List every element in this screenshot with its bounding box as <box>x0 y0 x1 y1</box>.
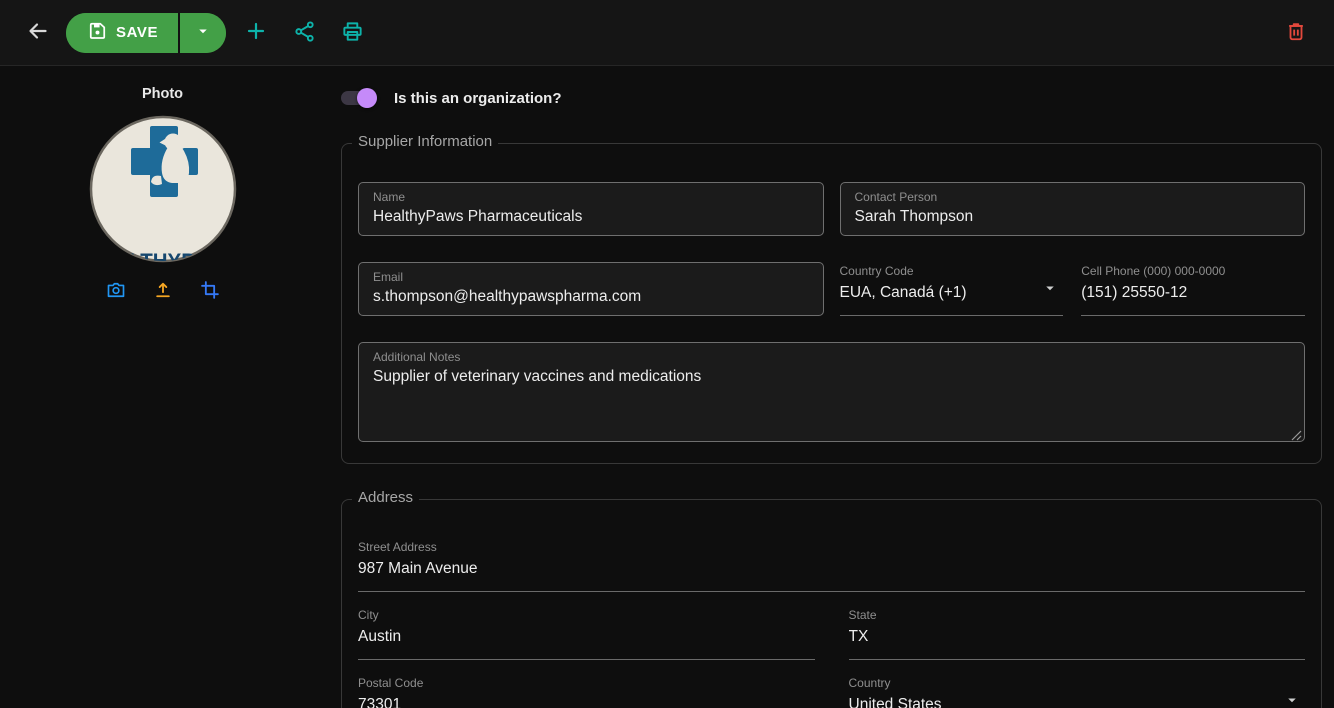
cell-phone-label: Cell Phone (000) 000-0000 <box>1081 264 1305 278</box>
name-value: HealthyPaws Pharmaceuticals <box>373 207 809 227</box>
address-legend: Address <box>352 489 419 506</box>
postal-code-field[interactable]: Postal Code 73301 <box>358 674 815 708</box>
contact-person-field[interactable]: Contact Person Sarah Thompson <box>840 182 1306 236</box>
cell-phone-field[interactable]: Cell Phone (000) 000-0000 (151) 25550-12 <box>1081 262 1305 316</box>
arrow-left-icon <box>26 19 50 46</box>
email-label: Email <box>373 270 809 284</box>
country-code-select[interactable]: Country Code EUA, Canadá (+1) <box>840 262 1064 316</box>
crop-icon <box>200 280 220 303</box>
camera-icon <box>106 280 126 303</box>
photo-actions <box>0 276 325 306</box>
contact-person-label: Contact Person <box>855 190 1291 204</box>
back-button[interactable] <box>14 9 62 57</box>
street-address-field[interactable]: Street Address 987 Main Avenue <box>358 538 1305 592</box>
additional-notes-field[interactable]: Additional Notes Supplier of veterinary … <box>358 342 1305 442</box>
state-value: TX <box>849 627 1306 647</box>
organization-toggle-row: Is this an organization? <box>341 86 1322 110</box>
save-options-button[interactable] <box>178 13 226 53</box>
delete-button[interactable] <box>1272 9 1320 57</box>
textarea-resize-handle[interactable] <box>1291 428 1302 439</box>
dropdown-arrow-icon <box>1041 279 1059 302</box>
cell-phone-value: (151) 25550-12 <box>1081 283 1305 303</box>
city-field[interactable]: City Austin <box>358 606 815 660</box>
photo-title: Photo <box>0 86 325 102</box>
toolbar: SAVE <box>0 0 1334 66</box>
form-panel: Is this an organization? Supplier Inform… <box>325 66 1334 708</box>
print-button[interactable] <box>328 9 376 57</box>
trash-icon <box>1285 20 1307 45</box>
country-label: Country <box>849 676 1306 690</box>
save-button-label: SAVE <box>116 24 158 41</box>
address-section: Address Street Address 987 Main Avenue C… <box>341 499 1322 708</box>
share-button[interactable] <box>280 9 328 57</box>
state-field[interactable]: State TX <box>849 606 1306 660</box>
save-icon <box>88 21 107 44</box>
city-value: Austin <box>358 627 815 647</box>
name-field[interactable]: Name HealthyPaws Pharmaceuticals <box>358 182 824 236</box>
share-icon <box>293 20 316 46</box>
toggle-thumb <box>357 88 377 108</box>
postal-code-label: Postal Code <box>358 676 815 690</box>
crop-photo-button[interactable] <box>191 276 229 306</box>
additional-notes-value: Supplier of veterinary vaccines and medi… <box>373 367 1290 387</box>
country-code-value: EUA, Canadá (+1) <box>840 283 967 303</box>
country-select[interactable]: Country United States <box>849 674 1306 708</box>
upload-icon <box>153 280 173 303</box>
plus-icon <box>244 19 268 46</box>
country-value: United States <box>849 695 942 708</box>
street-address-label: Street Address <box>358 540 1305 554</box>
supplier-information-legend: Supplier Information <box>352 133 498 150</box>
take-photo-button[interactable] <box>97 276 135 306</box>
organization-toggle-label: Is this an organization? <box>394 90 562 107</box>
postal-code-value: 73301 <box>358 695 815 708</box>
email-value: s.thompson@healthypawspharma.com <box>373 287 809 307</box>
street-address-value: 987 Main Avenue <box>358 559 1305 579</box>
add-button[interactable] <box>232 9 280 57</box>
supplier-photo-avatar[interactable]: HEALTHYPAWS PHARMACEUTICALS <box>89 115 237 263</box>
print-icon <box>341 20 364 46</box>
supplier-information-section: Supplier Information Name HealthyPaws Ph… <box>341 143 1322 464</box>
save-button[interactable]: SAVE <box>66 13 178 53</box>
chevron-down-icon <box>194 22 212 43</box>
contact-person-value: Sarah Thompson <box>855 207 1291 227</box>
photo-panel: Photo HEALTHYPA <box>0 66 325 708</box>
email-field[interactable]: Email s.thompson@healthypawspharma.com <box>358 262 824 316</box>
content: Photo HEALTHYPA <box>0 66 1334 708</box>
country-code-label: Country Code <box>840 264 1064 278</box>
state-label: State <box>849 608 1306 622</box>
upload-photo-button[interactable] <box>144 276 182 306</box>
additional-notes-label: Additional Notes <box>373 350 1290 364</box>
name-label: Name <box>373 190 809 204</box>
organization-toggle[interactable] <box>341 91 377 105</box>
save-split-button: SAVE <box>66 13 226 53</box>
city-label: City <box>358 608 815 622</box>
dropdown-arrow-icon <box>1283 691 1301 708</box>
